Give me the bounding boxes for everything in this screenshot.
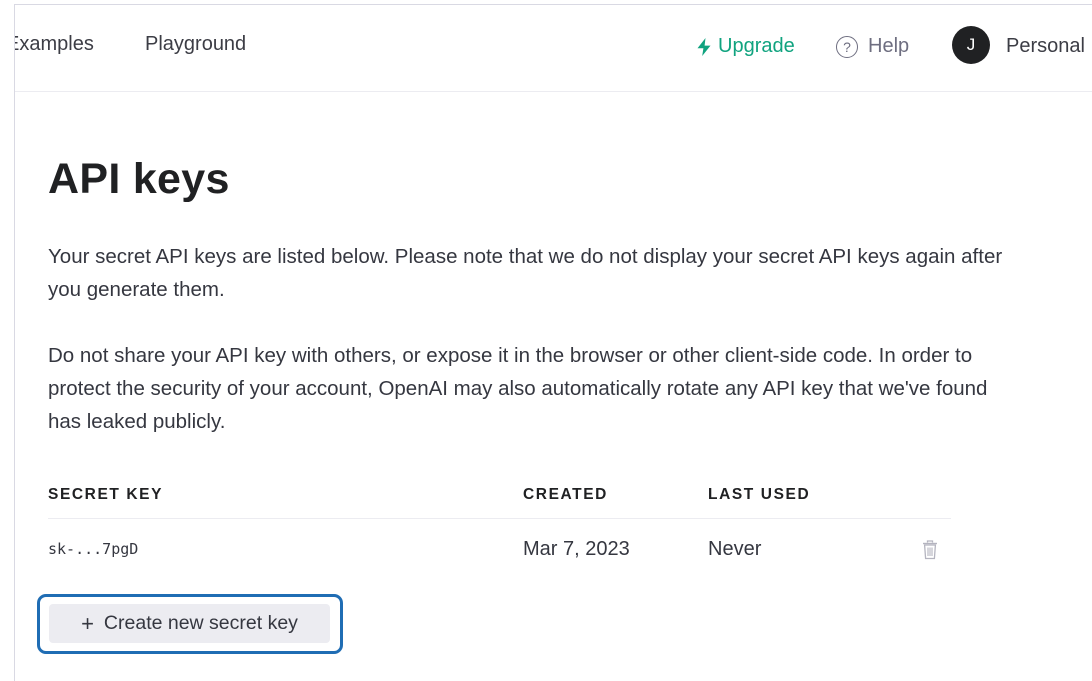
frame-left-border (14, 4, 15, 681)
help-link[interactable]: ? Help (836, 35, 909, 58)
upgrade-link[interactable]: Upgrade (696, 35, 795, 58)
page-title: API keys (48, 155, 230, 203)
user-avatar[interactable]: J (952, 26, 990, 64)
intro-paragraph: Your secret API keys are listed below. P… (48, 245, 1003, 301)
question-circle-icon: ? (836, 35, 858, 58)
browser-viewport: Examples Playground Upgrade ? Help J Per… (0, 0, 1092, 681)
column-header-secret-key: SECRET KEY (48, 486, 164, 503)
column-header-last-used: LAST USED (708, 486, 811, 503)
created-date: Mar 7, 2023 (523, 538, 630, 560)
nav-playground-link[interactable]: Playground (145, 33, 246, 56)
nav-examples-link[interactable]: Examples (15, 33, 94, 56)
create-key-highlight: + Create new secret key (37, 594, 343, 654)
lightning-icon (697, 37, 711, 56)
upgrade-label: Upgrade (718, 35, 795, 57)
top-nav-bar: Examples Playground Upgrade ? Help J Per… (15, 5, 1092, 92)
organization-switcher[interactable]: Personal (1006, 35, 1085, 58)
last-used-value: Never (708, 538, 762, 560)
security-warning-paragraph: Do not share your API key with others, o… (48, 344, 988, 433)
help-label: Help (868, 35, 910, 57)
secret-key-value: sk-...7pgD (48, 540, 139, 558)
table-row: sk-...7pgD Mar 7, 2023 Never (48, 519, 951, 579)
create-new-secret-key-button[interactable]: + Create new secret key (49, 604, 330, 643)
plus-icon: + (81, 610, 94, 636)
create-key-label: Create new secret key (103, 612, 298, 634)
column-header-created: CREATED (523, 486, 608, 503)
trash-icon[interactable] (921, 540, 939, 560)
